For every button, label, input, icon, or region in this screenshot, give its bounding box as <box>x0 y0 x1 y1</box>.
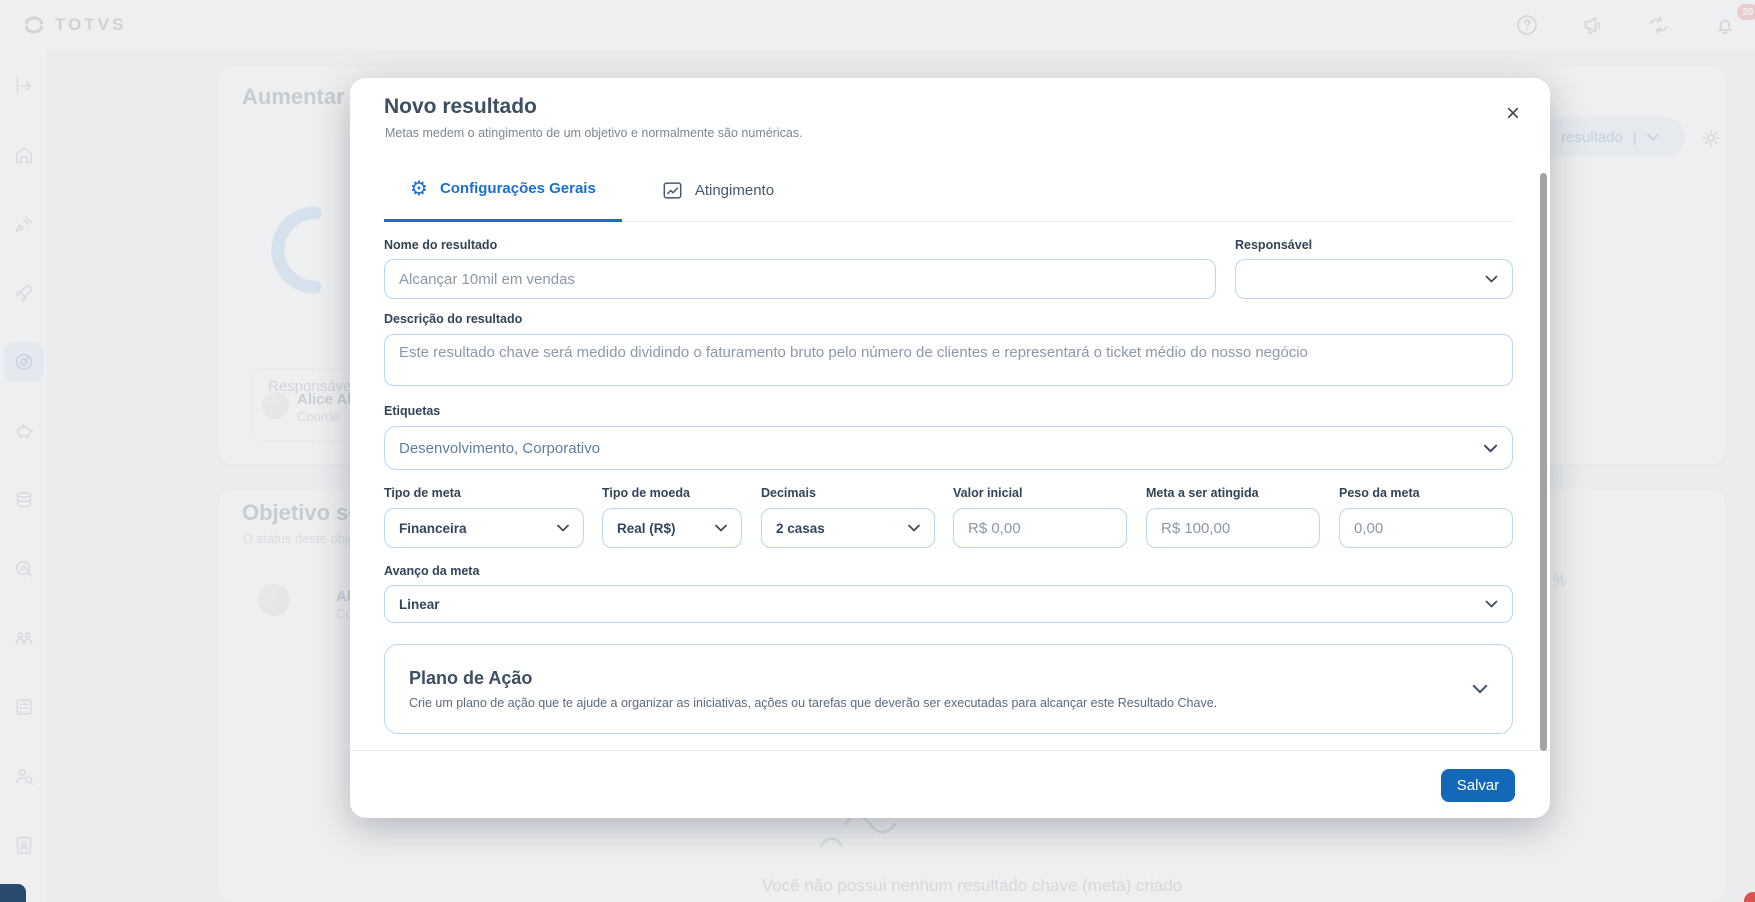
weight-label: Peso da meta <box>1339 486 1420 500</box>
chevron-down-icon <box>908 524 920 532</box>
tab-configuracoes-gerais[interactable]: ⚙ Configurações Gerais <box>384 158 622 222</box>
close-icon[interactable]: × <box>1506 102 1520 126</box>
decimals-select[interactable]: 2 casas <box>761 508 935 548</box>
chevron-down-icon <box>715 524 727 532</box>
save-button[interactable]: Salvar <box>1441 769 1515 802</box>
tags-select-value: Desenvolvimento, Corporativo <box>399 440 600 457</box>
action-plan-accordion[interactable]: Plano de Ação Crie um plano de ação que … <box>384 644 1513 734</box>
chevron-down-icon <box>1472 684 1488 694</box>
action-plan-description: Crie um plano de ação que te ajude a org… <box>409 696 1217 710</box>
progress-type-value: Linear <box>399 597 440 612</box>
chevron-down-icon <box>1485 600 1498 608</box>
goal-type-value: Financeira <box>399 521 467 536</box>
weight-input[interactable] <box>1339 508 1513 548</box>
chevron-down-icon <box>1483 444 1498 453</box>
name-label: Nome do resultado <box>384 238 497 252</box>
chevron-down-icon <box>1485 275 1498 283</box>
decimals-label: Decimais <box>761 486 816 500</box>
action-plan-title: Plano de Ação <box>409 668 1217 689</box>
description-label: Descrição do resultado <box>384 312 522 326</box>
progress-type-select[interactable]: Linear <box>384 585 1513 623</box>
target-label: Meta a ser atingida <box>1146 486 1259 500</box>
modal-footer: Salvar <box>350 750 1550 818</box>
modal-scrollbar-thumb[interactable] <box>1540 173 1547 751</box>
owner-select[interactable] <box>1235 259 1513 299</box>
tab-configuracoes-gerais-label: Configurações Gerais <box>440 180 596 197</box>
currency-select[interactable]: Real (R$) <box>602 508 742 548</box>
tab-atingimento[interactable]: Atingimento <box>636 158 800 222</box>
tags-select[interactable]: Desenvolvimento, Corporativo <box>384 426 1513 470</box>
target-value-input[interactable] <box>1146 508 1320 548</box>
currency-value: Real (R$) <box>617 521 676 536</box>
goal-type-label: Tipo de meta <box>384 486 461 500</box>
goal-type-select[interactable]: Financeira <box>384 508 584 548</box>
modal-tabs: ⚙ Configurações Gerais Atingimento <box>384 158 1513 222</box>
gear-icon: ⚙ <box>410 179 428 199</box>
bottom-left-widget[interactable] <box>0 884 26 902</box>
tags-label: Etiquetas <box>384 404 440 418</box>
app-stage: TOTVS 20 <box>0 0 1755 902</box>
tab-atingimento-label: Atingimento <box>695 182 774 199</box>
currency-label: Tipo de moeda <box>602 486 690 500</box>
new-result-modal: Novo resultado Metas medem o atingimento… <box>350 78 1550 818</box>
modal-subtitle: Metas medem o atingimento de um objetivo… <box>385 126 803 140</box>
initial-value-input[interactable] <box>953 508 1127 548</box>
result-name-input[interactable] <box>384 259 1216 299</box>
progress-type-label: Avanço da meta <box>384 564 479 578</box>
owner-select-label: Responsável <box>1235 238 1312 252</box>
modal-title: Novo resultado <box>384 95 537 119</box>
chevron-down-icon <box>557 524 569 532</box>
line-chart-icon <box>662 181 683 200</box>
decimals-value: 2 casas <box>776 521 825 536</box>
result-description-input[interactable] <box>384 334 1513 386</box>
initial-value-label: Valor inicial <box>953 486 1022 500</box>
